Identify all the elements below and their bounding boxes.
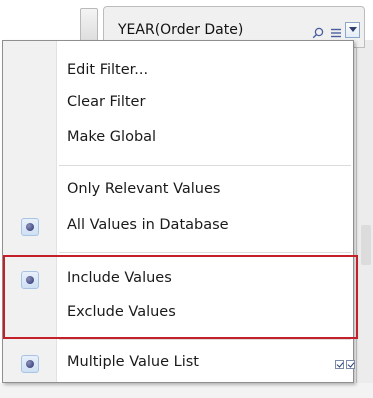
screenshot-stage: YEAR(Order Date) Edit Filter... Clear Fi… xyxy=(0,0,373,398)
selected-radio-icon xyxy=(21,271,39,289)
menu-item-label: Edit Filter... xyxy=(67,62,149,78)
menu-item-label: Multiple Value List xyxy=(67,354,199,370)
menu-separator xyxy=(59,165,351,166)
menu-item-clear-filter[interactable]: Clear Filter xyxy=(3,88,353,118)
menu-item-all-values-in-database[interactable]: All Values in Database xyxy=(3,211,353,241)
list-icon[interactable] xyxy=(330,24,342,38)
filter-menu-dropdown-button[interactable] xyxy=(345,22,360,38)
menu-item-label: All Values in Database xyxy=(67,217,229,233)
selected-radio-icon xyxy=(21,218,39,236)
background-right-panel xyxy=(356,40,373,398)
menu-separator xyxy=(59,339,351,340)
menu-separator xyxy=(59,252,351,253)
menu-item-include-values[interactable]: Include Values xyxy=(3,264,353,294)
menu-item-label: Exclude Values xyxy=(67,304,176,320)
menu-item-label: Include Values xyxy=(67,270,172,286)
menu-item-edit-filter[interactable]: Edit Filter... xyxy=(3,56,353,86)
filter-card-title[interactable]: YEAR(Order Date) xyxy=(112,19,362,41)
menu-item-label: Only Relevant Values xyxy=(67,181,221,197)
menu-item-only-relevant-values[interactable]: Only Relevant Values xyxy=(3,175,353,205)
background-bottom-strip xyxy=(0,383,373,398)
menu-item-make-global[interactable]: Make Global xyxy=(3,123,353,153)
menu-item-label: Make Global xyxy=(67,129,157,145)
menu-item-multiple-value-list[interactable]: Multiple Value List xyxy=(3,348,355,378)
chevron-down-icon xyxy=(349,27,357,32)
menu-item-label: Clear Filter xyxy=(67,94,146,110)
filter-card-title-text: YEAR(Order Date) xyxy=(118,22,244,38)
search-icon[interactable] xyxy=(312,24,324,39)
background-scroll-notch xyxy=(361,225,371,265)
menu-item-exclude-values[interactable]: Exclude Values xyxy=(3,298,353,328)
multiple-values-checkbox-icon xyxy=(335,360,355,369)
selected-radio-icon xyxy=(21,355,39,373)
background-scroll-handle xyxy=(80,8,98,44)
filter-context-menu: Edit Filter... Clear Filter Make Global … xyxy=(2,40,355,383)
